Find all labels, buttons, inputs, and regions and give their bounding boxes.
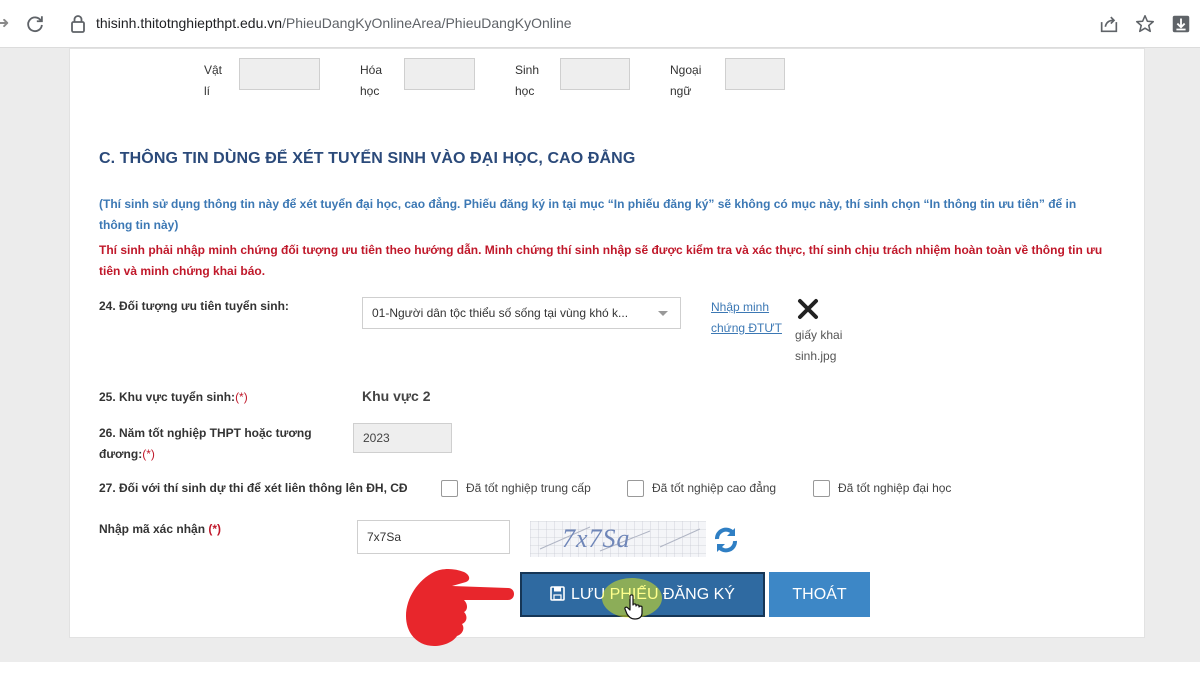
- required-marker: (*): [235, 390, 248, 404]
- browser-toolbar: ➜ thisinh.thitotnghiepthpt.edu.vn/PhieuD…: [0, 0, 1200, 48]
- uploaded-file-name: giấy khai sinh.jpg: [795, 325, 842, 367]
- subject-label-line: Vật: [204, 63, 223, 77]
- pointing-hand-icon: [406, 569, 514, 646]
- refresh-captcha-icon[interactable]: [711, 525, 741, 555]
- bottom-strip: [0, 662, 1200, 675]
- transfer-label: 27. Đối với thí sinh dự thi để xét liên …: [99, 481, 408, 495]
- bookmark-star-icon[interactable]: [1134, 13, 1156, 35]
- exit-button[interactable]: THOÁT: [769, 572, 870, 617]
- subject-label-line: lí: [204, 84, 210, 98]
- lock-icon[interactable]: [70, 14, 86, 34]
- captcha-image: 7x7Sa: [530, 521, 706, 557]
- subject-label-line: ngữ: [670, 84, 692, 98]
- section-title: C. THÔNG TIN DÙNG ĐỂ XÉT TUYỂN SINH VÀO …: [99, 150, 636, 167]
- required-marker: (*): [142, 447, 155, 461]
- url-host: thisinh.thitotnghiepthpt.edu.vn: [96, 15, 283, 31]
- subject-label-line: Sinh: [515, 63, 540, 77]
- graduation-year-label-line: đương:: [99, 447, 143, 461]
- captcha-label-text: Nhập mã xác nhận: [99, 522, 206, 536]
- chevron-down-icon: [658, 311, 668, 316]
- file-name-line: giấy khai: [795, 328, 843, 342]
- file-name-line: sinh.jpg: [795, 349, 837, 363]
- region-label-text: 25. Khu vực tuyển sinh:: [99, 390, 236, 404]
- subject-score-box: [404, 58, 475, 90]
- checkbox-intermediate-label: Đã tốt nghiệp trung cấp: [466, 481, 591, 495]
- captcha-label: Nhập mã xác nhận (*): [99, 519, 221, 540]
- graduation-year-field: 2023: [353, 423, 452, 453]
- region-label: 25. Khu vực tuyển sinh:(*): [99, 387, 248, 408]
- checkbox-intermediate[interactable]: [441, 480, 458, 497]
- subject-score-box: [725, 58, 785, 90]
- captcha-image-text: 7x7Sa: [562, 524, 631, 553]
- url-text[interactable]: thisinh.thitotnghiepthpt.edu.vn/PhieuDan…: [96, 15, 572, 31]
- floppy-disk-icon: [550, 585, 565, 601]
- region-value: Khu vực 2: [362, 388, 431, 404]
- hand-cursor-icon: [624, 594, 643, 620]
- share-icon[interactable]: [1098, 13, 1120, 35]
- priority-object-select[interactable]: 01-Người dân tộc thiểu số sống tại vùng …: [362, 297, 681, 329]
- enter-evidence-link-line: Nhập minh: [711, 300, 770, 314]
- delete-file-icon[interactable]: [797, 298, 819, 320]
- graduation-year-label-line: 26. Năm tốt nghiệp THPT hoặc tương: [99, 426, 312, 440]
- enter-evidence-link-line: chứng ĐTƯT: [711, 321, 782, 335]
- subject-score-box: [560, 58, 630, 90]
- subject-label-line: học: [515, 84, 535, 98]
- subject-label-line: Hóa: [360, 63, 383, 77]
- subject-label-line: học: [360, 84, 380, 98]
- graduation-year-label: 26. Năm tốt nghiệp THPT hoặc tương đương…: [99, 423, 312, 465]
- subject-label: Vật lí: [204, 60, 222, 102]
- reload-icon[interactable]: [24, 13, 46, 35]
- subject-label: Sinh học: [515, 60, 539, 102]
- checkbox-college[interactable]: [627, 480, 644, 497]
- warning-note: Thí sinh phải nhập minh chứng đối tượng …: [99, 243, 1103, 278]
- checkbox-college-label: Đã tốt nghiệp cao đẳng: [652, 481, 777, 495]
- subject-label-line: Ngoại: [670, 63, 702, 77]
- url-path: /PhieuDangKyOnlineArea/PhieuDangKyOnline: [282, 15, 572, 31]
- subject-label: Hóa học: [360, 60, 382, 102]
- checkbox-university[interactable]: [813, 480, 830, 497]
- required-marker: (*): [208, 522, 222, 536]
- priority-object-label: 24. Đối tượng ưu tiên tuyển sinh:: [99, 299, 289, 313]
- forward-arrow-icon[interactable]: ➜: [0, 16, 10, 32]
- priority-object-selected: 01-Người dân tộc thiểu số sống tại vùng …: [372, 306, 629, 320]
- info-note: (Thí sinh sử dụng thông tin này để xét t…: [99, 197, 1077, 232]
- subject-score-box: [239, 58, 320, 90]
- download-icon[interactable]: [1170, 13, 1192, 35]
- enter-evidence-link[interactable]: Nhập minh chứng ĐTƯT: [711, 297, 782, 339]
- subject-label: Ngoại ngữ: [670, 60, 701, 102]
- checkbox-university-label: Đã tốt nghiệp đại học: [838, 481, 952, 495]
- captcha-input[interactable]: 7x7Sa: [357, 520, 510, 554]
